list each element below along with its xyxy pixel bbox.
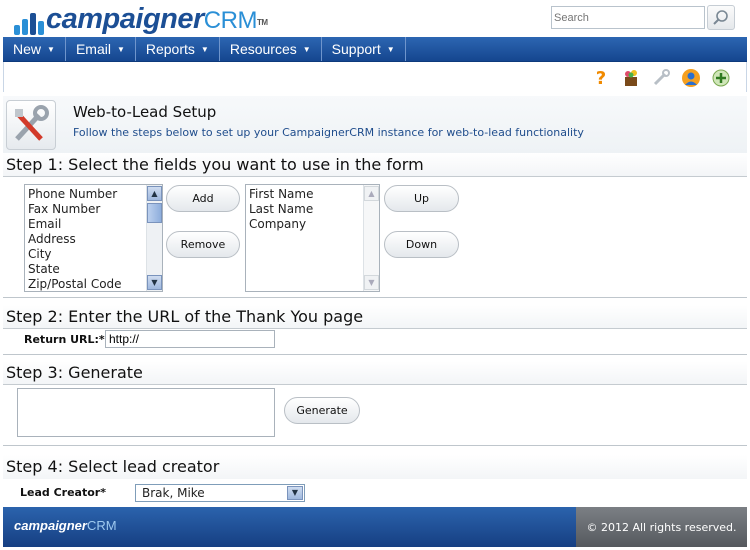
main-nav: New ▼ Email ▼ Reports ▼ Resources ▼ Support ▼ bbox=[3, 37, 747, 62]
footer-logo: campaignerCRM bbox=[14, 518, 117, 533]
chevron-down-icon: ▼ bbox=[200, 45, 209, 54]
selected-fields-list[interactable]: First Name Last Name Company ▲ ▼ bbox=[245, 184, 380, 292]
chevron-down-icon[interactable]: ▼ bbox=[287, 486, 303, 500]
chevron-down-icon: ▼ bbox=[116, 45, 125, 54]
help-icon[interactable]: ? bbox=[590, 67, 612, 89]
step2-heading: Step 2: Enter the URL of the Thank You p… bbox=[3, 305, 747, 329]
nav-support[interactable]: Support ▼ bbox=[322, 37, 406, 61]
logo-main-text: campaigner bbox=[46, 3, 204, 35]
divider bbox=[3, 354, 747, 355]
move-down-button[interactable]: Down bbox=[384, 231, 459, 258]
add-icon[interactable] bbox=[710, 67, 732, 89]
nav-support-label: Support bbox=[331, 41, 381, 57]
copyright-text: © 2012 All rights reserved. bbox=[576, 507, 747, 547]
nav-new-label: New bbox=[13, 41, 42, 57]
chevron-down-icon: ▼ bbox=[386, 45, 395, 54]
search-button[interactable] bbox=[707, 5, 735, 30]
return-url-input[interactable] bbox=[105, 330, 275, 348]
generated-code-textarea[interactable] bbox=[17, 388, 275, 437]
scroll-down-icon[interactable]: ▼ bbox=[364, 275, 379, 290]
list-item[interactable]: First Name bbox=[249, 187, 376, 202]
move-up-button[interactable]: Up bbox=[384, 185, 459, 212]
scroll-up-icon[interactable]: ▲ bbox=[147, 186, 162, 201]
tools-icon[interactable] bbox=[650, 67, 672, 89]
toolbar-icons: ? bbox=[590, 67, 732, 89]
generate-button[interactable]: Generate bbox=[284, 397, 360, 424]
nav-email[interactable]: Email ▼ bbox=[66, 37, 136, 61]
scrollbar[interactable]: ▲ ▼ bbox=[146, 185, 162, 291]
list-item[interactable]: Company bbox=[249, 217, 376, 232]
user-icon[interactable] bbox=[680, 67, 702, 89]
page-title: Web-to-Lead Setup bbox=[73, 103, 217, 121]
scroll-thumb[interactable] bbox=[147, 203, 162, 223]
nav-resources[interactable]: Resources ▼ bbox=[220, 37, 322, 61]
logo-tm-text: TM bbox=[256, 18, 268, 27]
list-item[interactable]: Zip/Postal Code bbox=[28, 277, 159, 291]
scroll-down-icon[interactable]: ▼ bbox=[147, 275, 162, 290]
list-item[interactable]: Last Name bbox=[249, 202, 376, 217]
list-item[interactable]: City bbox=[28, 247, 159, 262]
return-url-label: Return URL:* bbox=[24, 333, 105, 346]
list-item[interactable]: Email bbox=[28, 217, 159, 232]
available-fields-list[interactable]: Phone Number Fax Number Email Address Ci… bbox=[24, 184, 163, 292]
step1-heading: Step 1: Select the fields you want to us… bbox=[3, 153, 747, 177]
chevron-down-icon: ▼ bbox=[302, 45, 311, 54]
setup-tools-icon bbox=[6, 100, 56, 150]
search-icon bbox=[713, 10, 728, 25]
nav-reports-label: Reports bbox=[145, 41, 195, 57]
list-item[interactable]: Fax Number bbox=[28, 202, 159, 217]
divider bbox=[3, 297, 747, 298]
scrollbar[interactable]: ▲ ▼ bbox=[363, 185, 379, 291]
remove-button[interactable]: Remove bbox=[166, 231, 240, 258]
logo-crm-text: CRM bbox=[203, 7, 258, 34]
list-item[interactable]: Phone Number bbox=[28, 187, 159, 202]
add-button[interactable]: Add bbox=[166, 185, 240, 212]
logo-text: campaignerCRMTM bbox=[46, 3, 268, 37]
step3-heading: Step 3: Generate bbox=[3, 361, 747, 385]
step4-heading: Step 4: Select lead creator bbox=[3, 455, 747, 479]
page-subtitle: Follow the steps below to set up your Ca… bbox=[73, 126, 584, 139]
lead-creator-value: Brak, Mike bbox=[142, 486, 205, 500]
nav-email-label: Email bbox=[75, 41, 111, 57]
list-item[interactable]: State bbox=[28, 262, 159, 277]
nav-new[interactable]: New ▼ bbox=[3, 37, 66, 61]
search-input[interactable] bbox=[551, 6, 705, 29]
scroll-up-icon[interactable]: ▲ bbox=[364, 186, 379, 201]
header: campaignerCRMTM bbox=[0, 0, 750, 37]
nav-reports[interactable]: Reports ▼ bbox=[136, 37, 220, 61]
lead-creator-select[interactable]: Brak, Mike ▼ bbox=[135, 484, 305, 502]
footer-logo-crm: CRM bbox=[86, 518, 117, 533]
divider bbox=[3, 445, 747, 446]
list-item[interactable]: Address bbox=[28, 232, 159, 247]
app-logo[interactable]: campaignerCRMTM bbox=[12, 3, 268, 37]
nav-resources-label: Resources bbox=[229, 41, 297, 57]
footer-logo-main: campaigner bbox=[14, 518, 87, 533]
logo-mark-icon bbox=[12, 9, 46, 37]
lead-creator-label: Lead Creator* bbox=[20, 486, 106, 499]
gift-icon[interactable] bbox=[620, 67, 642, 89]
chevron-down-icon: ▼ bbox=[47, 45, 55, 54]
